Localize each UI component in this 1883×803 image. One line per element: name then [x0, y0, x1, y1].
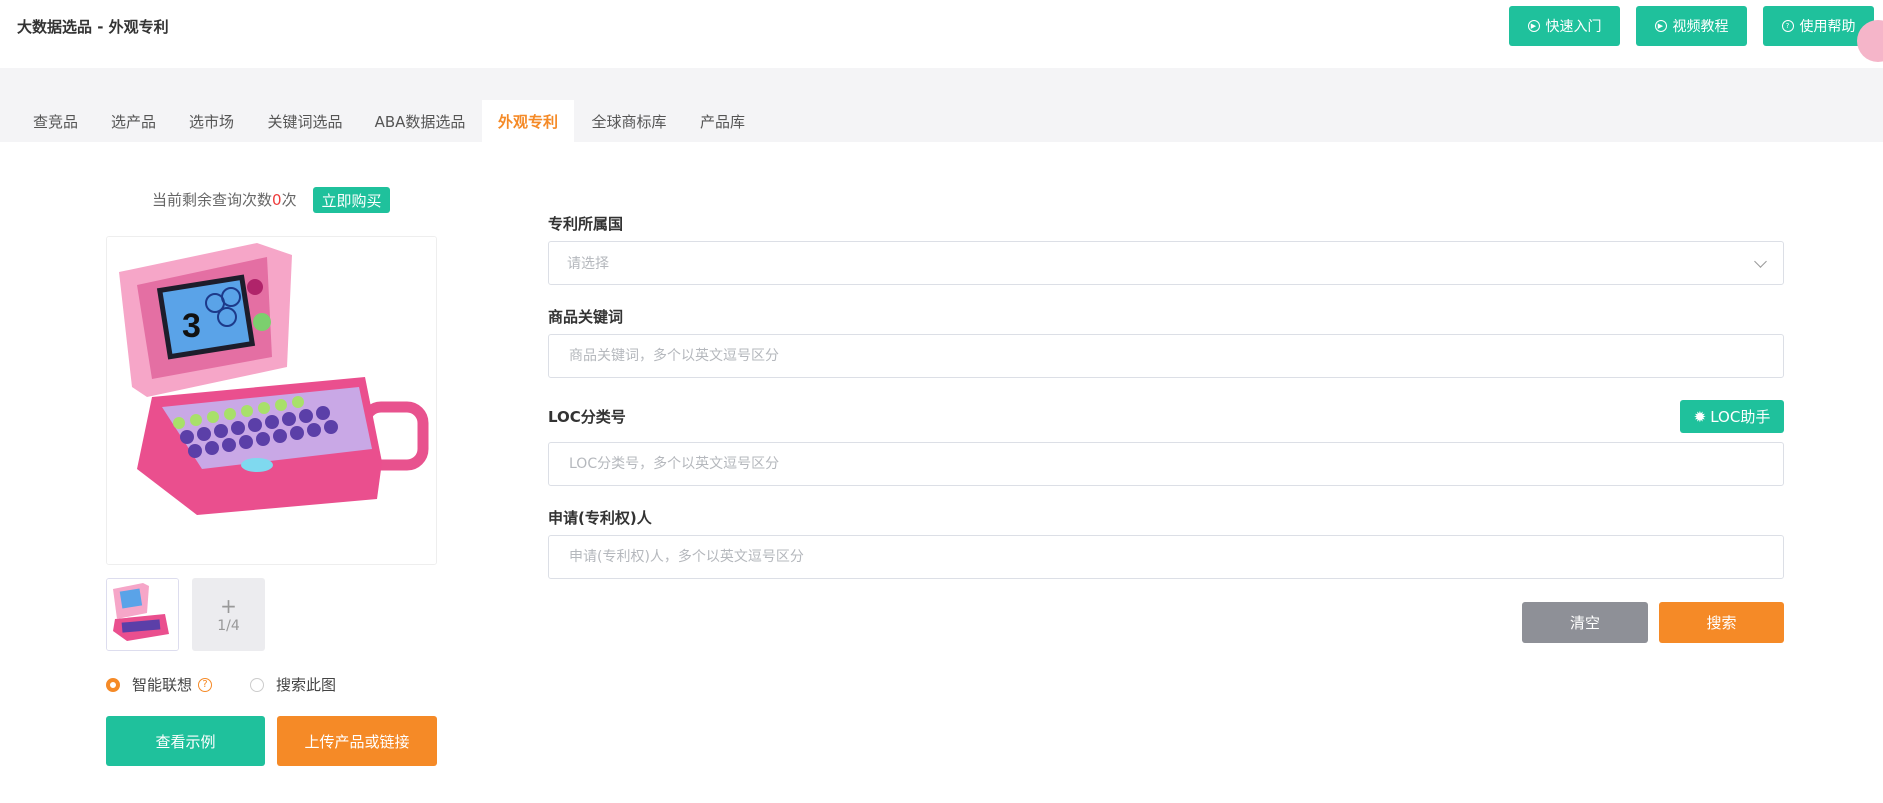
quota-prefix: 当前剩余查询次数: [152, 191, 273, 209]
quick-start-button[interactable]: ▶ 快速入门: [1509, 6, 1620, 46]
chevron-down-icon: [1754, 254, 1767, 268]
help-label: 使用帮助: [1799, 19, 1856, 35]
loc-helper-label: LOC助手: [1710, 408, 1771, 426]
country-select[interactable]: 请选择: [548, 241, 1784, 285]
quota-count: 0: [272, 191, 282, 209]
quota-text: 当前剩余查询次数0次: [152, 189, 297, 210]
radio-search-this-image[interactable]: 搜索此图: [250, 674, 336, 695]
radio-smart-association[interactable]: 智能联想 ?: [106, 674, 213, 695]
play-icon: ▶: [1527, 20, 1540, 32]
buy-now-button[interactable]: 立即购买: [313, 187, 390, 213]
question-icon: ?: [1781, 20, 1794, 32]
quota-suffix: 次: [281, 191, 297, 209]
keyword-field: [548, 334, 1784, 378]
keyword-label: 商品关键词: [548, 308, 624, 326]
country-placeholder: 请选择: [567, 256, 609, 272]
lightbulb-icon: ✹: [1693, 407, 1707, 426]
tab-competitor[interactable]: 查竞品: [17, 100, 94, 142]
tab-product-library[interactable]: 产品库: [684, 100, 761, 142]
top-bar: 大数据选品 - 外观专利 ▶ 快速入门 ▶ 视频教程 ? 使用帮助: [0, 0, 1883, 68]
image-counter: 1/4: [217, 617, 240, 634]
clear-button[interactable]: 清空: [1522, 602, 1648, 643]
help-question-icon[interactable]: ?: [198, 677, 213, 692]
radio-this-image-label: 搜索此图: [276, 676, 337, 694]
tab-design-patent[interactable]: 外观专利: [482, 100, 574, 142]
svg-text:3: 3: [182, 307, 201, 345]
plus-icon: +: [220, 593, 237, 618]
loc-helper-button[interactable]: ✹ LOC助手: [1680, 400, 1784, 433]
applicant-field: [548, 535, 1784, 579]
product-thumbnail[interactable]: [106, 578, 179, 651]
radio-checked-icon[interactable]: [106, 677, 120, 692]
add-image-button[interactable]: + 1/4: [192, 578, 265, 651]
page-title: 大数据选品 - 外观专利: [17, 18, 169, 36]
loc-label: LOC分类号: [548, 408, 626, 426]
tab-products[interactable]: 选产品: [95, 100, 172, 142]
tab-global-trademark[interactable]: 全球商标库: [575, 100, 683, 142]
radio-smart-label: 智能联想: [132, 676, 193, 694]
product-image: 3: [106, 236, 437, 565]
video-tutorial-button[interactable]: ▶ 视频教程: [1636, 6, 1747, 46]
quick-start-label: 快速入门: [1545, 19, 1602, 35]
view-example-button[interactable]: 查看示例: [106, 716, 265, 766]
loc-field: [548, 442, 1784, 486]
play-icon: ▶: [1654, 20, 1667, 32]
applicant-input[interactable]: [567, 548, 1765, 566]
video-tutorial-label: 视频教程: [1672, 19, 1729, 35]
loc-input[interactable]: [567, 455, 1765, 473]
tab-keyword-selection[interactable]: 关键词选品: [251, 100, 359, 142]
tab-markets[interactable]: 选市场: [173, 100, 250, 142]
keyword-input[interactable]: [567, 347, 1765, 365]
upload-product-button[interactable]: 上传产品或链接: [277, 716, 437, 766]
search-button[interactable]: 搜索: [1659, 602, 1784, 643]
tab-aba-data[interactable]: ABA数据选品: [360, 100, 480, 142]
applicant-label: 申请(专利权)人: [548, 509, 652, 527]
country-label: 专利所属国: [548, 215, 624, 233]
radio-unchecked-icon[interactable]: [250, 677, 264, 692]
